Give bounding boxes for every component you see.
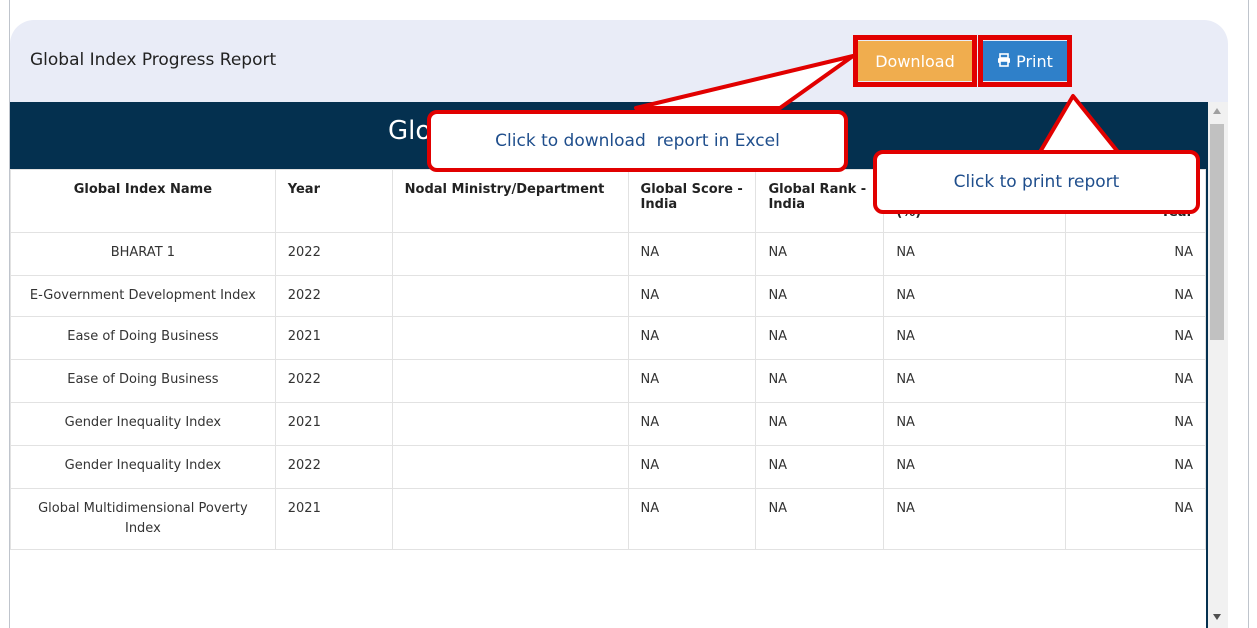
print-callout-text: Click to print report <box>953 172 1120 192</box>
download-callout-text: Click to download report in Excel <box>495 131 780 151</box>
download-callout: Click to download report in Excel <box>427 110 848 172</box>
print-highlight-box <box>978 35 1072 87</box>
print-callout: Click to print report <box>873 150 1200 214</box>
download-highlight-box <box>853 35 977 87</box>
callout-pointers <box>634 54 1120 154</box>
